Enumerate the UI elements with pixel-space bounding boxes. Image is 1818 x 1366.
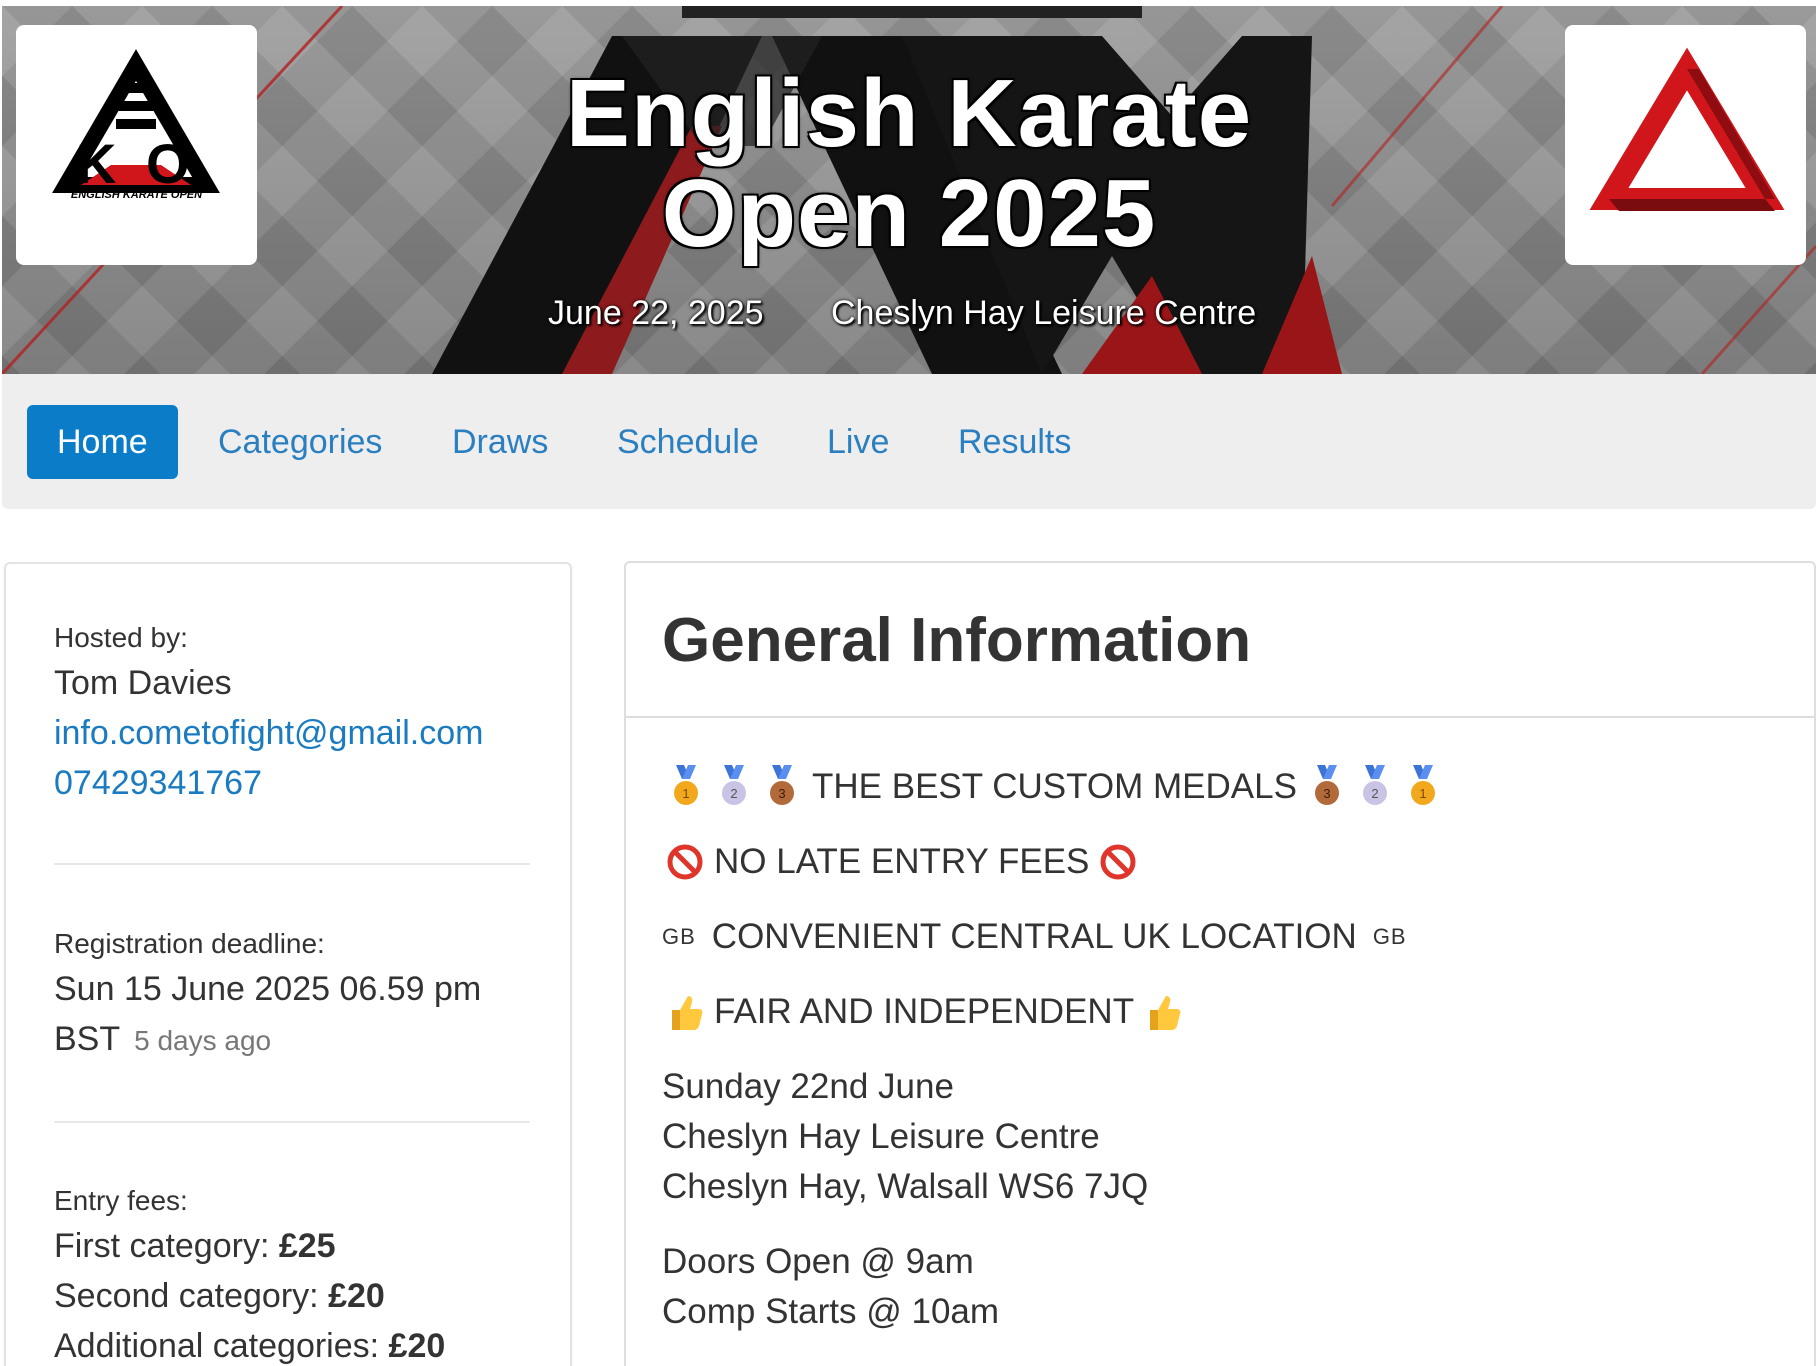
nav-categories[interactable]: Categories [188,405,412,479]
svg-text:2: 2 [1371,786,1378,801]
medals-text: THE BEST CUSTOM MEDALS [812,767,1297,806]
red-triangle-logo-icon [1589,47,1785,211]
sidebar-divider [54,1121,530,1123]
svg-text:3: 3 [1323,786,1330,801]
deadline-timezone-row: BST 5 days ago [54,1014,530,1066]
comp-starts: Comp Starts @ 10am [662,1292,1000,1331]
fees-section: Entry fees: First category: £25 Second c… [54,1181,530,1366]
medals-line: 1 2 3 THE BEST CUSTOM MEDALS 3 2 1 [662,762,1447,812]
event-day: Sunday 22nd June [662,1067,954,1106]
host-name: Tom Davies [54,664,232,702]
svg-text:2: 2 [730,786,737,801]
event-sidebar: Hosted by: Tom Davies info.cometofight@g… [4,562,572,1366]
fee-first-label: First category: [54,1227,279,1265]
host-section: Hosted by: Tom Davies info.cometofight@g… [54,618,530,808]
deadline-section: Registration deadline: Sun 15 June 2025 … [54,924,530,1066]
fee-additional-amount: £20 [388,1327,446,1365]
deadline-date: Sun 15 June 2025 06.59 pm [54,970,482,1008]
event-title-line2: Open 2025 [661,160,1157,267]
host-email-link[interactable]: info.cometofight@gmail.com [54,708,530,758]
svg-text:1: 1 [1419,786,1426,801]
event-date: June 22, 2025 [548,294,764,332]
3rd-place-medal-icon: 3 [1314,765,1339,805]
entry-fees-label: Entry fees: [54,1185,188,1216]
nav-home[interactable]: Home [27,405,178,479]
gb-flag-icon: GB [662,924,696,949]
fee-second-label: Second category: [54,1277,329,1315]
event-banner: K O ENGLISH KARATE OPEN English Karate O… [2,6,1816,374]
host-phone-link[interactable]: 07429341767 [54,758,530,808]
main-nav: Home Categories Draws Schedule Live Resu… [2,374,1816,509]
1st-place-medal-icon: 1 [1410,765,1435,805]
2nd-place-medal-icon: 2 [1362,765,1387,805]
venue-address: Cheslyn Hay, Walsall WS6 7JQ [662,1167,1149,1206]
general-info-panel: General Information 1 2 3 THE BEST CUSTO… [624,561,1816,1366]
fee-additional: Additional categories: £20 [54,1321,530,1366]
fee-second: Second category: £20 [54,1271,530,1321]
fair-line: FAIR AND INDEPENDENT [662,987,1186,1037]
thumbs-up-icon [1150,996,1181,1030]
no-late-fees-line: NO LATE ENTRY FEES [662,837,1141,887]
event-venue: Cheslyn Hay Leisure Centre [831,294,1257,332]
fee-first: First category: £25 [54,1221,530,1271]
fee-first-amount: £25 [278,1227,336,1265]
panel-header: General Information [626,563,1814,718]
panel-title: General Information [662,606,1252,675]
nav-draws[interactable]: Draws [422,405,578,479]
organiser-logo [1565,25,1806,265]
deadline-timezone: BST [54,1020,121,1058]
event-title-line1: English Karate [565,60,1253,167]
fee-second-amount: £20 [328,1277,385,1315]
sidebar-divider [54,863,530,865]
nav-schedule[interactable]: Schedule [587,405,789,479]
svg-text:1: 1 [682,786,689,801]
nav-results[interactable]: Results [928,405,1101,479]
venue-name: Cheslyn Hay Leisure Centre [662,1117,1100,1156]
nav-live[interactable]: Live [797,405,919,479]
prohibited-icon [1100,844,1136,880]
gb-flag-icon: GB [1372,924,1407,949]
deadline-label: Registration deadline: [54,928,325,959]
1st-place-medal-icon: 1 [674,765,698,805]
thumbs-up-icon [672,996,703,1030]
prohibited-icon [667,844,703,880]
deadline-relative: 5 days ago [134,1025,272,1056]
2nd-place-medal-icon: 2 [722,765,746,805]
fee-additional-label: Additional categories: [54,1327,389,1365]
svg-text:3: 3 [778,786,785,801]
hosted-by-label: Hosted by: [54,622,188,653]
fair-text: FAIR AND INDEPENDENT [714,992,1135,1031]
no-late-fees-text: NO LATE ENTRY FEES [714,842,1090,881]
location-line: GB CONVENIENT CENTRAL UK LOCATION GB [662,912,1417,962]
location-text: CONVENIENT CENTRAL UK LOCATION [711,917,1357,956]
3rd-place-medal-icon: 3 [770,765,794,805]
doors-open: Doors Open @ 9am [662,1242,974,1281]
event-title: English Karate Open 2025 [2,64,1816,264]
